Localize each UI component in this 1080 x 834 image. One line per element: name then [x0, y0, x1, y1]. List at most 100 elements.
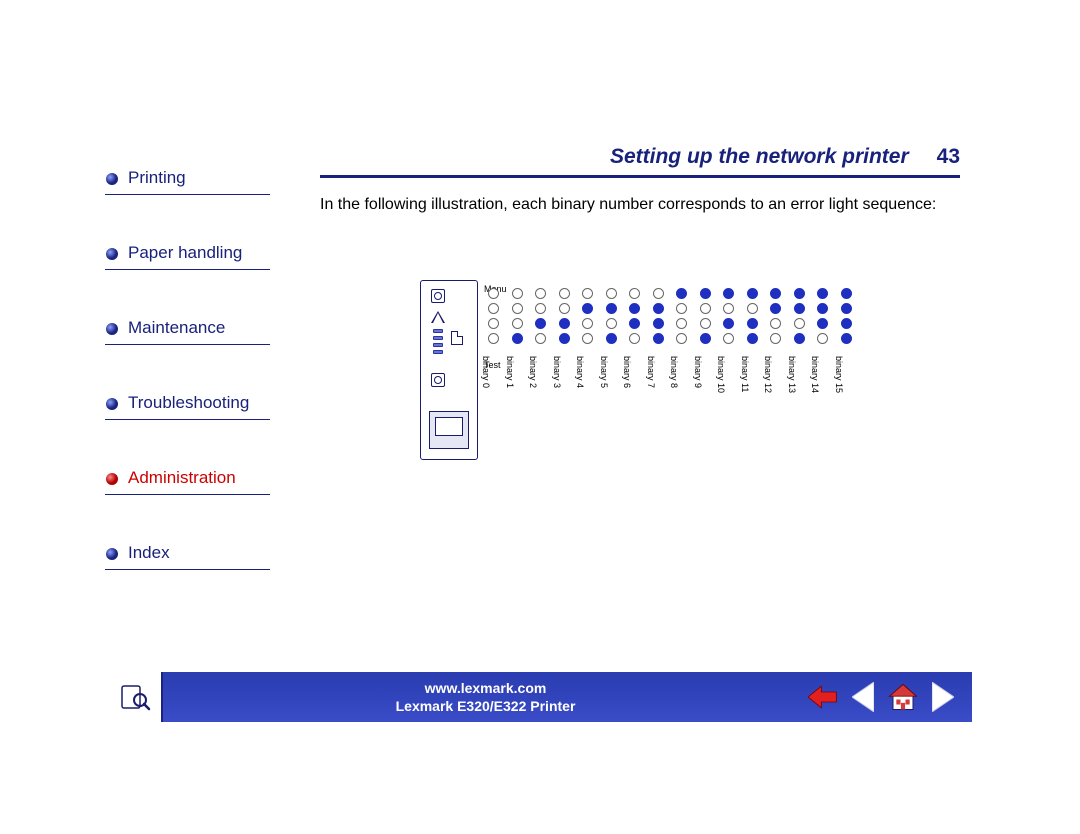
binary-column-label: binary 6: [622, 356, 632, 388]
light-off-icon: [535, 288, 546, 299]
sidebar-nav: Printing Paper handling Maintenance Trou…: [105, 168, 270, 618]
light-on-icon: [747, 318, 758, 329]
light-on-icon: [512, 333, 523, 344]
binary-column-label: binary 14: [810, 356, 820, 393]
bullet-icon: [105, 322, 119, 336]
indicator-bars-icon: [433, 329, 443, 357]
intro-paragraph: In the following illustration, each bina…: [320, 195, 960, 216]
light-off-icon: [488, 333, 499, 344]
go-back-button[interactable]: [808, 680, 838, 714]
binary-column-label: binary 0: [481, 356, 491, 388]
binary-column: binary 4: [582, 288, 596, 348]
light-off-icon: [512, 288, 523, 299]
light-on-icon: [817, 318, 828, 329]
nav-divider: [105, 494, 270, 495]
light-on-icon: [535, 318, 546, 329]
footer-center: www.lexmark.com Lexmark E320/E322 Printe…: [163, 680, 808, 714]
footer-controls: [808, 680, 972, 714]
sidebar-item-maintenance[interactable]: Maintenance: [105, 318, 270, 345]
light-on-icon: [606, 303, 617, 314]
sidebar-item-paper-handling[interactable]: Paper handling: [105, 243, 270, 270]
sidebar-item-index[interactable]: Index: [105, 543, 270, 570]
sidebar-item-label: Index: [105, 543, 270, 567]
nav-divider: [105, 194, 270, 195]
light-on-icon: [700, 288, 711, 299]
network-card-diagram: [420, 280, 478, 460]
binary-column: binary 5: [606, 288, 620, 348]
light-off-icon: [582, 288, 593, 299]
home-icon: [888, 680, 918, 714]
bullet-icon: [105, 547, 119, 561]
light-off-icon: [676, 318, 687, 329]
header-divider: [320, 175, 960, 178]
light-on-icon: [653, 303, 664, 314]
binary-column: binary 9: [700, 288, 714, 348]
light-on-icon: [817, 288, 828, 299]
light-off-icon: [559, 303, 570, 314]
light-on-icon: [841, 303, 852, 314]
magnifier-page-icon: [118, 680, 152, 714]
footer-model: Lexmark E320/E322 Printer: [163, 698, 808, 714]
search-button[interactable]: [108, 672, 163, 722]
light-on-icon: [653, 333, 664, 344]
bullet-icon: [105, 472, 119, 486]
binary-column-label: binary 12: [763, 356, 773, 393]
triangle-left-icon: [852, 682, 874, 712]
previous-page-button[interactable]: [848, 680, 878, 714]
light-on-icon: [794, 303, 805, 314]
home-button[interactable]: [888, 680, 918, 714]
light-off-icon: [747, 303, 758, 314]
binary-column: binary 0: [488, 288, 502, 348]
binary-column-label: binary 5: [599, 356, 609, 388]
binary-column-label: binary 7: [646, 356, 656, 388]
light-on-icon: [629, 303, 640, 314]
binary-column-label: binary 4: [575, 356, 585, 388]
bullet-icon: [105, 172, 119, 186]
binary-column-label: binary 1: [505, 356, 515, 388]
light-on-icon: [606, 333, 617, 344]
light-off-icon: [582, 333, 593, 344]
light-off-icon: [512, 318, 523, 329]
light-off-icon: [676, 303, 687, 314]
binary-column-label: binary 13: [787, 356, 797, 393]
light-off-icon: [770, 333, 781, 344]
binary-column-label: binary 9: [693, 356, 703, 388]
sidebar-item-printing[interactable]: Printing: [105, 168, 270, 195]
light-off-icon: [629, 333, 640, 344]
binary-column: binary 12: [770, 288, 784, 348]
binary-column-label: binary 10: [716, 356, 726, 393]
sidebar-item-label: Maintenance: [105, 318, 270, 342]
light-off-icon: [700, 318, 711, 329]
binary-column: binary 15: [841, 288, 855, 348]
light-on-icon: [582, 303, 593, 314]
page-title: Setting up the network printer: [610, 145, 909, 169]
binary-column: binary 14: [817, 288, 831, 348]
footer-url[interactable]: www.lexmark.com: [163, 680, 808, 696]
light-on-icon: [723, 288, 734, 299]
binary-column: binary 11: [747, 288, 761, 348]
light-on-icon: [794, 333, 805, 344]
light-on-icon: [841, 288, 852, 299]
page-header: Setting up the network printer 43: [320, 145, 960, 178]
sidebar-item-label: Printing: [105, 168, 270, 192]
sidebar-item-troubleshooting[interactable]: Troubleshooting: [105, 393, 270, 420]
light-on-icon: [629, 318, 640, 329]
binary-column-label: binary 3: [552, 356, 562, 388]
sidebar-item-label: Administration: [105, 468, 270, 492]
nav-divider: [105, 344, 270, 345]
next-page-button[interactable]: [928, 680, 958, 714]
page-icon: [451, 331, 463, 345]
sidebar-item-administration[interactable]: Administration: [105, 468, 270, 495]
binary-column: binary 8: [676, 288, 690, 348]
light-on-icon: [559, 318, 570, 329]
light-on-icon: [747, 288, 758, 299]
light-off-icon: [676, 333, 687, 344]
light-on-icon: [770, 288, 781, 299]
binary-column: binary 6: [629, 288, 643, 348]
light-off-icon: [559, 288, 570, 299]
light-on-icon: [676, 288, 687, 299]
light-on-icon: [653, 318, 664, 329]
light-on-icon: [817, 303, 828, 314]
binary-column: binary 7: [653, 288, 667, 348]
nav-divider: [105, 569, 270, 570]
